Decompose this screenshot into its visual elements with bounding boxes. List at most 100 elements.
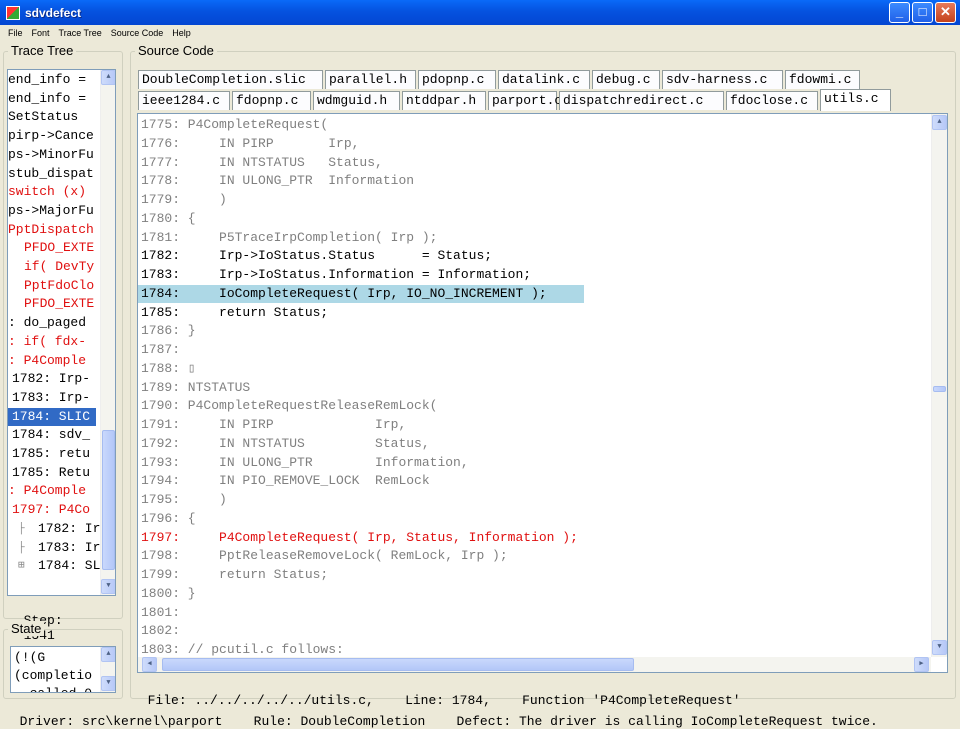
trace-tree-label: Trace Tree xyxy=(8,43,77,58)
tree-line-icon: ├ xyxy=(18,541,25,554)
code-line: 1782: Irp->IoStatus.Status = Status; xyxy=(141,248,493,264)
tab-sdv-harness-c[interactable]: sdv-harness.c xyxy=(662,70,783,89)
tab-dispatchredirect-c[interactable]: dispatchredirect.c xyxy=(559,91,724,110)
code-line: 1799: return Status; xyxy=(141,567,329,582)
code-line-highlighted: 1784: IoCompleteRequest( Irp, IO_NO_INCR… xyxy=(138,284,584,303)
rule-name: Rule: DoubleCompletion xyxy=(253,714,426,729)
menu-source-code[interactable]: Source Code xyxy=(107,28,169,38)
trace-tree-item[interactable]: : do_paged xyxy=(8,314,86,332)
scroll-down-arrow-icon[interactable]: ▼ xyxy=(932,640,947,655)
trace-tree-item[interactable]: ps->MajorFu xyxy=(8,202,94,220)
state-label: State xyxy=(8,621,45,636)
tab-debug-c[interactable]: debug.c xyxy=(592,70,660,89)
trace-tree-item[interactable]: : P4Comple xyxy=(8,352,86,370)
code-line: 1780: { xyxy=(141,210,196,226)
tab-datalink-c[interactable]: datalink.c xyxy=(498,70,590,89)
code-line: 1794: IN PIO_REMOVE_LOCK RemLock xyxy=(141,473,430,489)
tab-fdoclose-c[interactable]: fdoclose.c xyxy=(726,91,818,110)
scroll-up-arrow-icon[interactable]: ▲ xyxy=(932,115,947,130)
trace-tree-scrollbar[interactable]: ▲ ▼ xyxy=(100,70,115,595)
trace-tree-item[interactable]: 1784: sdv_ xyxy=(8,426,90,444)
menu-help[interactable]: Help xyxy=(168,28,196,38)
trace-tree-item[interactable]: : P4Comple xyxy=(8,482,86,500)
code-line: 1788: ▯ xyxy=(141,360,196,376)
tab-ieee1284-c[interactable]: ieee1284.c xyxy=(138,91,230,110)
defect-description: Defect: The driver is calling IoComplete… xyxy=(456,714,878,729)
code-view[interactable]: 1803: // pcutil.c follows: 1802: 1801: 1800… xyxy=(137,113,948,673)
trace-tree-item[interactable]: SetStatus xyxy=(8,108,78,126)
trace-tree-item[interactable]: end_info = xyxy=(8,90,86,108)
code-line: 1775: P4CompleteRequest( xyxy=(141,117,329,132)
trace-tree-item[interactable]: PFDO_EXTE xyxy=(8,295,94,313)
code-line: 1790: P4CompleteRequestReleaseRemLock( xyxy=(141,398,438,414)
menu-font[interactable]: Font xyxy=(28,28,55,38)
scroll-left-arrow-icon[interactable]: ◀ xyxy=(142,657,157,672)
trace-tree-item[interactable]: : if( fdx- xyxy=(8,333,86,351)
trace-tree-item[interactable]: if( DevTy xyxy=(8,258,94,276)
tab-utils-c[interactable]: utils.c xyxy=(820,89,891,111)
trace-tree-item[interactable]: 1783: Irp- xyxy=(8,389,90,407)
trace-tree-item[interactable]: PptDispatch xyxy=(8,221,94,239)
menu-file[interactable]: File xyxy=(4,28,28,38)
code-line: 1802: xyxy=(141,623,181,639)
trace-tree-item[interactable]: 1797: P4Co xyxy=(8,501,90,519)
code-line: 1798: PptReleaseRemoveLock( RemLock, Irp… xyxy=(141,548,508,564)
maximize-button[interactable]: □ xyxy=(912,2,933,23)
code-line: 1783: Irp->IoStatus.Information = Inform… xyxy=(141,267,532,282)
trace-tree-item[interactable]: stub_dispat xyxy=(8,165,94,183)
trace-tree-item[interactable]: 1785: Retu xyxy=(8,464,90,482)
scroll-down-arrow-icon[interactable]: ▼ xyxy=(101,579,115,594)
tab-pdopnp-c[interactable]: pdopnp.c xyxy=(418,70,496,89)
code-line: 1800: } xyxy=(141,585,196,601)
tab-wdmguid-h[interactable]: wdmguid.h xyxy=(313,91,400,110)
scroll-up-arrow-icon[interactable]: ▲ xyxy=(101,70,115,85)
state-line: (!(G xyxy=(14,650,46,665)
state-scrollbar[interactable]: ▲ ▼ xyxy=(100,647,115,692)
tab-ntddpar-h[interactable]: ntddpar.h xyxy=(402,91,486,110)
tab-parallel-h[interactable]: parallel.h xyxy=(325,70,416,89)
code-line: 1797: P4CompleteRequest( Irp, Status, In… xyxy=(141,529,578,545)
minimize-button[interactable]: _ xyxy=(889,2,910,23)
scroll-down-arrow-icon[interactable]: ▼ xyxy=(101,676,115,691)
code-line: 1801: xyxy=(141,604,181,620)
scroll-thumb[interactable] xyxy=(102,430,115,570)
trace-tree-item[interactable]: 1782: Irp- xyxy=(8,370,90,388)
code-line: 1781: P5TraceIrpCompletion( Irp ); xyxy=(141,229,438,245)
title-bar: sdvdefect _ □ ✕ xyxy=(0,0,960,25)
trace-tree-item[interactable]: 1785: retu xyxy=(8,445,90,463)
source-code-label: Source Code xyxy=(135,43,217,58)
trace-tree-item-selected[interactable]: 1784: SLIC xyxy=(8,407,96,426)
state-box[interactable]: (!(G (completio __called 0 ▲ ▼ xyxy=(10,646,116,693)
scroll-thumb[interactable] xyxy=(933,386,946,392)
window-title: sdvdefect xyxy=(25,5,82,20)
code-line: 1786: } xyxy=(141,323,196,339)
tab-fdowmi-c[interactable]: fdowmi.c xyxy=(785,70,860,89)
trace-tree-item[interactable]: PFDO_EXTE xyxy=(8,239,94,257)
tab-fdopnp-c[interactable]: fdopnp.c xyxy=(232,91,311,110)
trace-tree-item[interactable]: pirp->Cance xyxy=(8,127,94,145)
trace-tree-item[interactable]: end_info = xyxy=(8,71,86,89)
menu-bar: File Font Trace Tree Source Code Help xyxy=(0,25,960,41)
expand-icon[interactable]: ⊞ xyxy=(18,557,25,575)
horizontal-scroll-thumb[interactable] xyxy=(162,658,634,671)
trace-tree-item[interactable]: switch (x) xyxy=(8,183,86,201)
scroll-right-arrow-icon[interactable]: ▶ xyxy=(914,657,929,672)
close-button[interactable]: ✕ xyxy=(935,2,956,23)
trace-tree-item[interactable]: PptFdoClo xyxy=(8,277,94,295)
state-line: (completio xyxy=(14,668,93,683)
code-line: 1777: IN NTSTATUS Status, xyxy=(141,154,383,170)
scroll-up-arrow-icon[interactable]: ▲ xyxy=(101,647,115,662)
code-line: 1776: IN PIRP Irp, xyxy=(141,135,360,151)
status-bar: Driver: src\kernel\parport Rule: DoubleC… xyxy=(4,699,878,729)
state-line: __called 0 xyxy=(14,685,92,692)
trace-tree[interactable]: 1784: SL 1783: Ir 1782: Ir 1797: P4Co: P4Co… xyxy=(7,69,116,596)
tree-line-icon: ├ xyxy=(18,522,25,535)
trace-tree-item[interactable]: ps->MinorFu xyxy=(8,146,94,164)
code-line: 1785: return Status; xyxy=(141,304,329,320)
code-horizontal-scrollbar[interactable]: ◀ ▶ xyxy=(138,657,931,672)
code-line: 1789: NTSTATUS xyxy=(141,379,251,395)
tab-parport-c[interactable]: parport.c xyxy=(488,91,562,110)
code-vertical-scrollbar[interactable]: ▲ ▼ xyxy=(931,114,947,657)
menu-trace-tree[interactable]: Trace Tree xyxy=(55,28,107,38)
tab-doublecompletion-slic[interactable]: DoubleCompletion.slic xyxy=(138,70,323,89)
